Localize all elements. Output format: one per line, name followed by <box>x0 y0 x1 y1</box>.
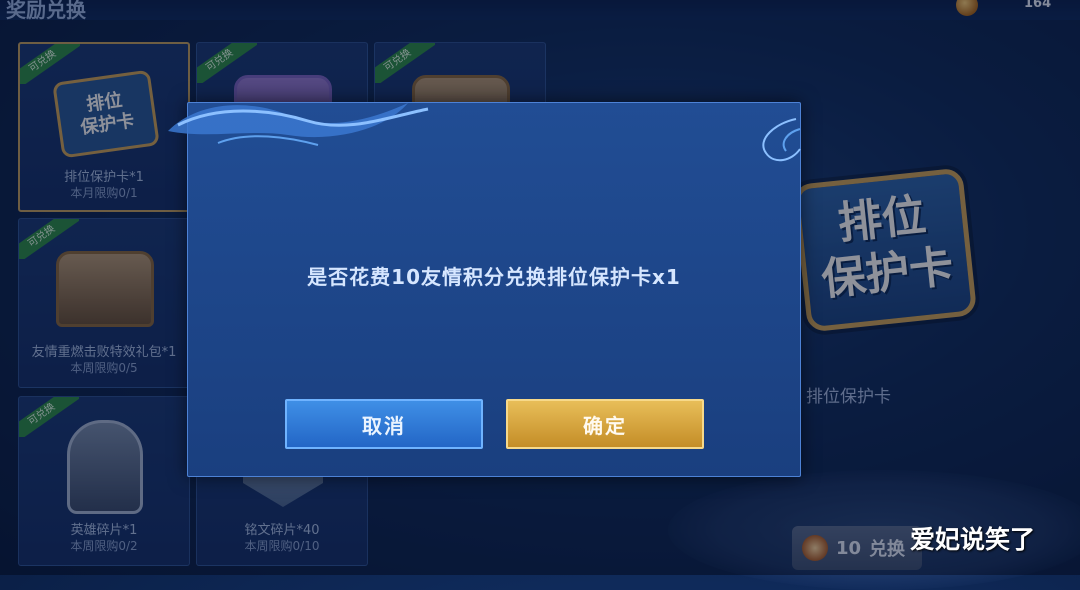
confirm-exchange-dialog: 是否花费10友情积分兑换排位保护卡x1 取消 确定 <box>168 102 801 477</box>
dialog-cloud-ornament-right <box>762 118 801 162</box>
watermark-text: 爱妃说笑了 <box>910 525 1036 554</box>
confirm-button[interactable]: 确定 <box>506 399 704 449</box>
dialog-message: 是否花费10友情积分兑换排位保护卡x1 <box>307 265 681 289</box>
cancel-button[interactable]: 取消 <box>285 399 483 449</box>
dialog-cloud-ornament <box>168 103 429 146</box>
